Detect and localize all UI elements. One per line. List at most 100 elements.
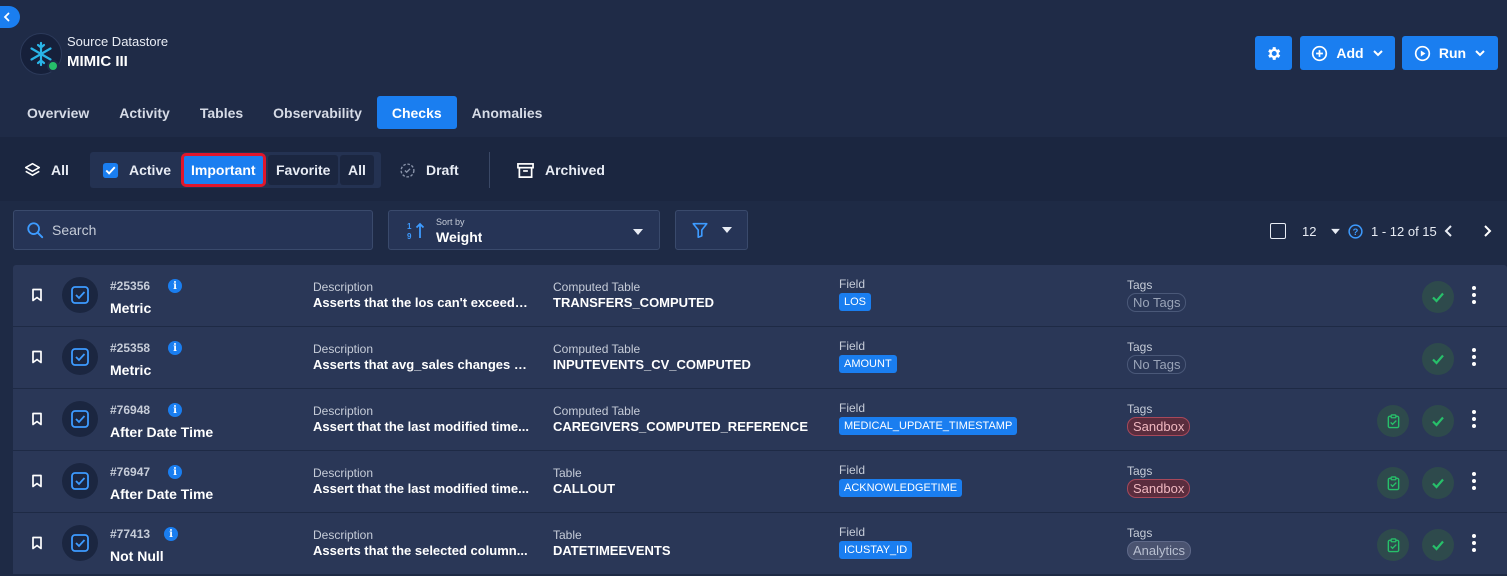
filter-button[interactable] — [675, 210, 748, 250]
field-label: Field — [839, 339, 866, 353]
kebab-icon[interactable] — [1471, 347, 1477, 367]
active-status-button[interactable] — [1422, 405, 1454, 437]
active-status-button[interactable] — [1422, 529, 1454, 561]
check-type: After Date Time — [110, 424, 214, 440]
clipboard-check-icon — [1387, 413, 1399, 428]
check-type: Metric — [110, 300, 152, 316]
clipboard-button[interactable] — [1377, 405, 1409, 437]
tab-checks[interactable]: Checks — [376, 96, 457, 129]
table-label: Table — [553, 466, 582, 480]
tab-tables[interactable]: Tables — [185, 96, 258, 129]
chevron-left-icon[interactable] — [1443, 224, 1455, 238]
table-value: DATETIMEEVENTS — [553, 543, 671, 558]
filter-draft[interactable]: Draft — [399, 152, 459, 188]
tab-activity[interactable]: Activity — [104, 96, 185, 129]
field-value: AMOUNT — [839, 355, 897, 373]
description-label: Description — [313, 528, 374, 542]
check-icon — [1432, 292, 1444, 303]
page-size-select[interactable]: 12 — [1302, 220, 1341, 242]
check-row[interactable]: #76947 i After Date Time Description Ass… — [13, 451, 1507, 513]
bookmark-icon[interactable] — [31, 350, 43, 364]
table-value: INPUTEVENTS_CV_COMPUTED — [553, 357, 751, 372]
check-row[interactable]: #77413 i Not Null Description Asserts th… — [13, 513, 1507, 575]
play-circle-icon — [1414, 45, 1431, 61]
chevron-right-icon[interactable] — [1481, 224, 1493, 238]
table-label: Computed Table — [553, 280, 641, 294]
datastore-title: MIMIC III — [67, 53, 128, 70]
table-label: Table — [553, 528, 582, 542]
filter-favorite[interactable]: Favorite — [268, 155, 339, 185]
active-status-button[interactable] — [1422, 343, 1454, 375]
bookmark-icon[interactable] — [31, 474, 43, 488]
bookmark-icon[interactable] — [31, 412, 43, 426]
field-value: ICUSTAY_ID — [839, 541, 913, 559]
datastore-subtitle: Source Datastore — [67, 34, 169, 49]
check-type-icon — [62, 463, 98, 499]
filter-active[interactable]: Active — [102, 152, 171, 188]
kebab-icon[interactable] — [1471, 409, 1477, 429]
tab-overview[interactable]: Overview — [12, 96, 104, 129]
page-size-value: 12 — [1302, 223, 1317, 239]
table-label: Computed Table — [553, 342, 641, 356]
info-icon[interactable]: i — [168, 279, 182, 293]
add-button[interactable]: Add — [1300, 36, 1395, 70]
help-icon[interactable]: ? — [1348, 223, 1363, 239]
filter-all-active[interactable]: All — [340, 155, 374, 185]
run-button[interactable]: Run — [1402, 36, 1498, 70]
archive-icon — [517, 162, 534, 178]
field-value: ACKNOWLEDGETIME — [839, 479, 963, 497]
gear-icon — [1268, 46, 1281, 60]
filter-archived[interactable]: Archived — [516, 152, 605, 188]
tag-badge: Sandbox — [1127, 417, 1191, 436]
sort-dropdown[interactable]: 1 9 Sort by Weight — [388, 210, 660, 250]
sort-value: Weight — [436, 229, 483, 245]
tags-label: Tags — [1127, 402, 1153, 416]
search-icon — [27, 222, 44, 239]
check-row[interactable]: #25356 i Metric Description Asserts that… — [13, 265, 1507, 327]
settings-button[interactable] — [1255, 36, 1292, 70]
tag-badge: No Tags — [1127, 293, 1187, 312]
field-value: MEDICAL_UPDATE_TIMESTAMP — [839, 417, 1018, 435]
kebab-icon[interactable] — [1471, 471, 1477, 491]
select-all-checkbox[interactable] — [1270, 223, 1286, 239]
active-status-button[interactable] — [1422, 467, 1454, 499]
bookmark-icon[interactable] — [31, 288, 43, 302]
plus-circle-icon — [1312, 45, 1328, 61]
table-value: CALLOUT — [553, 481, 616, 496]
search-input[interactable] — [52, 222, 352, 238]
run-button-label: Run — [1438, 45, 1467, 61]
info-icon[interactable]: i — [168, 341, 182, 355]
check-type: Metric — [110, 362, 152, 378]
description-label: Description — [313, 404, 374, 418]
info-icon[interactable]: i — [168, 403, 182, 417]
bookmark-icon[interactable] — [31, 536, 43, 550]
kebab-icon[interactable] — [1471, 533, 1477, 553]
description-label: Description — [313, 342, 374, 356]
checkbox-icon — [102, 162, 119, 178]
info-icon[interactable]: i — [164, 527, 178, 541]
kebab-icon[interactable] — [1471, 285, 1477, 305]
active-status-button[interactable] — [1422, 281, 1454, 313]
clipboard-button[interactable] — [1377, 467, 1409, 499]
description-label: Description — [313, 466, 374, 480]
clipboard-button[interactable] — [1377, 529, 1409, 561]
description-value: Asserts that the selected column... — [313, 543, 528, 558]
clipboard-check-icon — [1387, 537, 1399, 552]
tags-label: Tags — [1127, 464, 1153, 478]
filter-all[interactable]: All — [24, 152, 69, 188]
check-row[interactable]: #25358 i Metric Description Asserts that… — [13, 327, 1507, 389]
check-id: #76948 — [110, 403, 151, 417]
layers-icon — [24, 162, 41, 176]
description-value: Assert that the last modified time... — [313, 481, 529, 496]
chevron-down-icon — [1475, 50, 1485, 57]
check-type: Not Null — [110, 548, 164, 564]
info-icon[interactable]: i — [168, 465, 182, 479]
filter-all-label: All — [51, 162, 69, 178]
tab-anomalies[interactable]: Anomalies — [457, 96, 558, 129]
tags-label: Tags — [1127, 340, 1153, 354]
tab-observability[interactable]: Observability — [258, 96, 377, 129]
checks-list: #25356 i Metric Description Asserts that… — [13, 265, 1507, 575]
check-row[interactable]: #76948 i After Date Time Description Ass… — [13, 389, 1507, 451]
table-value: CAREGIVERS_COMPUTED_REFERENCE — [553, 419, 808, 434]
filter-important[interactable]: Important — [181, 153, 266, 187]
